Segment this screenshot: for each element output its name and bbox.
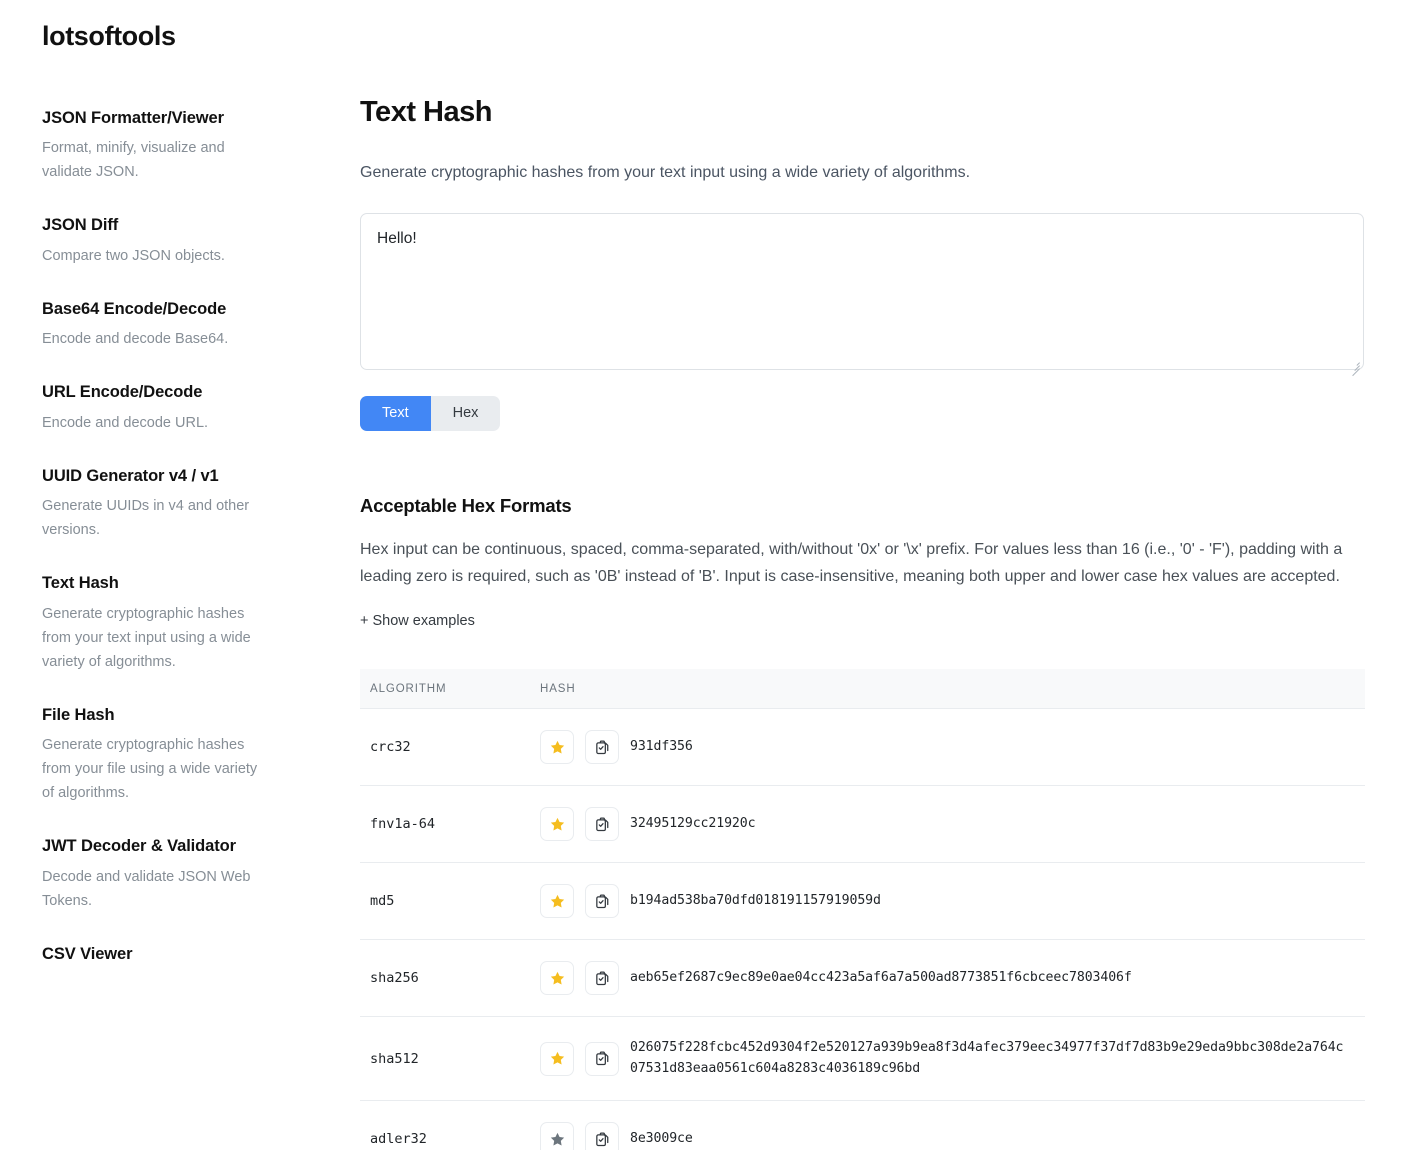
sidebar-item-title: URL Encode/Decode bbox=[42, 383, 203, 402]
algorithm-name: fnv1a-64 bbox=[360, 785, 535, 864]
sidebar-item-jwt-decoder-validator[interactable]: JWT Decoder & Validator Decode and valida… bbox=[42, 836, 300, 913]
hash-text-input[interactable] bbox=[360, 213, 1364, 370]
sidebar-item-text-hash[interactable]: Text Hash Generate cryptographic hashes f… bbox=[42, 573, 300, 674]
table-body: crc32 931df356 fnv1a-64 32495129cc21920c md5… bbox=[360, 708, 1365, 1150]
clipboard-check-icon[interactable] bbox=[585, 884, 619, 919]
show-examples-toggle[interactable]: + Show examples bbox=[360, 613, 475, 629]
hex-formats-heading: Acceptable Hex Formats bbox=[360, 495, 572, 517]
sidebar-item-description: Generate UUIDs in v4 and other versions. bbox=[42, 498, 250, 539]
sidebar-item-base64-encode-decode[interactable]: Base64 Encode/Decode Encode and decode Ba… bbox=[42, 299, 300, 353]
star-icon[interactable] bbox=[540, 807, 574, 842]
sidebar-nav: JSON Formatter/Viewer Format, minify, vis… bbox=[42, 108, 300, 964]
table-row: adler32 8e3009ce bbox=[360, 1100, 1365, 1150]
column-header-hash: HASH bbox=[535, 669, 1365, 710]
table-row: sha512 026075f228fcbc452d9304f2e520127a93… bbox=[360, 1016, 1365, 1102]
table-header-row: ALGORITHM HASH bbox=[360, 669, 1365, 710]
algorithm-name: crc32 bbox=[360, 708, 535, 787]
sidebar-item-file-hash[interactable]: File Hash Generate cryptographic hashes f… bbox=[42, 705, 300, 806]
hash-value: b194ad538ba70dfd018191157919059d bbox=[630, 892, 881, 908]
table-row: crc32 931df356 bbox=[360, 708, 1365, 787]
algorithm-name: adler32 bbox=[360, 1100, 535, 1150]
table-row: md5 b194ad538ba70dfd018191157919059d bbox=[360, 862, 1365, 941]
sidebar: lotsoftools JSON Formatter/Viewer Format,… bbox=[0, 0, 340, 1150]
algorithm-name: sha256 bbox=[360, 939, 535, 1018]
mode-toggle-text[interactable]: Text bbox=[360, 396, 431, 432]
text-input-wrapper bbox=[360, 213, 1364, 377]
clipboard-check-icon[interactable] bbox=[585, 1122, 619, 1150]
table-row: sha256 aeb65ef2687c9ec89e0ae04cc423a5af6a… bbox=[360, 939, 1365, 1018]
sidebar-item-json-diff[interactable]: JSON Diff Compare two JSON objects. bbox=[42, 215, 300, 269]
hash-value: 8e3009ce bbox=[630, 1130, 693, 1146]
hash-results-table: ALGORITHM HASH crc32 931df356 fnv1a-64 3249… bbox=[360, 669, 1365, 1150]
sidebar-item-title: JSON Formatter/Viewer bbox=[42, 108, 224, 127]
brand-title: lotsoftools bbox=[42, 21, 176, 51]
table-head: ALGORITHM HASH bbox=[360, 669, 1365, 710]
clipboard-check-icon[interactable] bbox=[585, 961, 619, 996]
sidebar-item-csv-viewer[interactable]: CSV Viewer bbox=[42, 944, 300, 965]
sidebar-item-url-encode-decode[interactable]: URL Encode/Decode Encode and decode URL. bbox=[42, 382, 300, 436]
sidebar-item-title: UUID Generator v4 / v1 bbox=[42, 466, 219, 485]
hash-value: aeb65ef2687c9ec89e0ae04cc423a5af6a7a500a… bbox=[630, 969, 1132, 985]
mode-toggle-hex[interactable]: Hex bbox=[430, 396, 501, 432]
sidebar-item-description: Generate cryptographic hashes from your … bbox=[42, 737, 258, 802]
sidebar-item-title: JWT Decoder & Validator bbox=[42, 837, 236, 856]
sidebar-item-description: Format, minify, visualize and validate J… bbox=[42, 140, 225, 181]
app-root: lotsoftools JSON Formatter/Viewer Format,… bbox=[0, 0, 1409, 1150]
sidebar-item-title: JSON Diff bbox=[42, 216, 119, 235]
hash-cell: 32495129cc21920c bbox=[535, 785, 1365, 864]
algorithm-name: sha512 bbox=[360, 1016, 535, 1102]
page-description: Generate cryptographic hashes from your … bbox=[360, 164, 971, 181]
sidebar-item-title: CSV Viewer bbox=[42, 944, 133, 963]
sidebar-item-title: Base64 Encode/Decode bbox=[42, 299, 227, 318]
clipboard-check-icon[interactable] bbox=[585, 1041, 619, 1076]
hash-value: 931df356 bbox=[630, 738, 693, 754]
sidebar-item-title: File Hash bbox=[42, 705, 115, 724]
sidebar-item-description: Compare two JSON objects. bbox=[42, 247, 225, 264]
star-icon[interactable] bbox=[540, 1041, 574, 1076]
sidebar-item-json-formatter-viewer[interactable]: JSON Formatter/Viewer Format, minify, vis… bbox=[42, 108, 300, 185]
hex-formats-body: Hex input can be continuous, spaced, com… bbox=[360, 541, 1343, 585]
hash-cell: aeb65ef2687c9ec89e0ae04cc423a5af6a7a500a… bbox=[535, 939, 1365, 1018]
hash-cell: 026075f228fcbc452d9304f2e520127a939b9ea8… bbox=[535, 1016, 1365, 1102]
column-header-algorithm: ALGORITHM bbox=[360, 669, 535, 710]
sidebar-item-uuid-generator-v4-v1[interactable]: UUID Generator v4 / v1 Generate UUIDs in … bbox=[42, 466, 300, 543]
sidebar-item-title: Text Hash bbox=[42, 574, 119, 593]
hash-value: 026075f228fcbc452d9304f2e520127a939b9ea8… bbox=[630, 1040, 1344, 1076]
input-mode-toggle[interactable]: Text Hex bbox=[360, 396, 501, 432]
hash-cell: 931df356 bbox=[535, 708, 1365, 787]
sidebar-item-description: Encode and decode Base64. bbox=[42, 331, 229, 348]
sidebar-item-description: Encode and decode URL. bbox=[42, 414, 209, 431]
clipboard-check-icon[interactable] bbox=[585, 807, 619, 842]
main-content: Text Hash Generate cryptographic hashes … bbox=[360, 0, 1409, 1150]
clipboard-check-icon[interactable] bbox=[585, 730, 619, 765]
star-icon[interactable] bbox=[540, 884, 574, 919]
hash-cell: 8e3009ce bbox=[535, 1100, 1365, 1150]
sidebar-item-description: Generate cryptographic hashes from your … bbox=[42, 605, 251, 670]
star-icon[interactable] bbox=[540, 730, 574, 765]
star-icon[interactable] bbox=[540, 961, 574, 996]
hash-value: 32495129cc21920c bbox=[630, 815, 756, 831]
star-icon[interactable] bbox=[540, 1122, 574, 1150]
algorithm-name: md5 bbox=[360, 862, 535, 941]
page-title: Text Hash bbox=[360, 96, 492, 128]
hash-cell: b194ad538ba70dfd018191157919059d bbox=[535, 862, 1365, 941]
table-row: fnv1a-64 32495129cc21920c bbox=[360, 785, 1365, 864]
sidebar-item-description: Decode and validate JSON Web Tokens. bbox=[42, 868, 251, 909]
